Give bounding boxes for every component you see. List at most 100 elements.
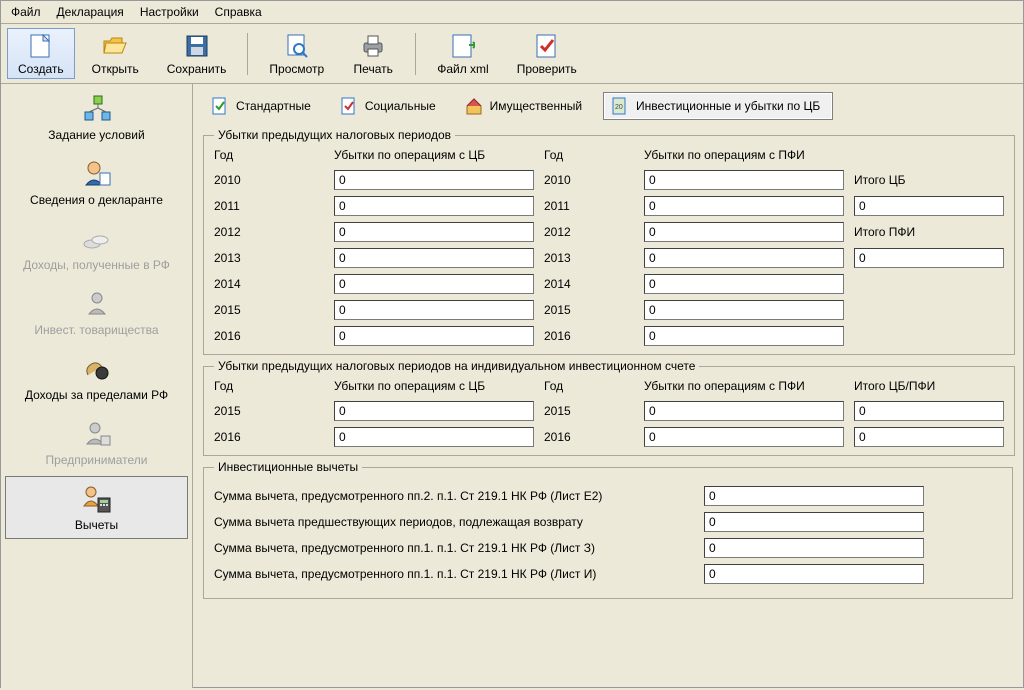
invest-partnerships-icon [81, 288, 113, 320]
toolbar-xml-label: Файл xml [437, 62, 489, 76]
toolbar-open[interactable]: Открыть [81, 28, 150, 79]
print-icon [359, 32, 387, 60]
year-label: 2015 [544, 303, 634, 317]
investment-row-label: Сумма вычета, предусмотренного пп.2. п.1… [214, 489, 694, 503]
col-losses-cb: Убытки по операциям с ЦБ [334, 148, 534, 164]
input-pfi-2013[interactable] [644, 248, 844, 268]
investment-row-input-2[interactable] [704, 538, 924, 558]
col-year-pfi-iis: Год [544, 379, 634, 395]
tab-property[interactable]: Имущественный [457, 92, 595, 120]
social-tab-icon [339, 96, 359, 116]
input-iis-total-2016[interactable] [854, 427, 1004, 447]
input-iis-pfi-2015[interactable] [644, 401, 844, 421]
menu-declaration[interactable]: Декларация [49, 3, 132, 21]
section-investment-deductions-title: Инвестиционные вычеты [214, 460, 362, 474]
total-pfi-value[interactable] [854, 248, 1004, 268]
toolbar-check-label: Проверить [517, 62, 577, 76]
year-label: 2011 [214, 199, 324, 213]
preview-icon [283, 32, 311, 60]
new-document-icon [27, 32, 55, 60]
income-abroad-icon [81, 353, 113, 385]
year-label: 2010 [544, 173, 634, 187]
input-pfi-2015[interactable] [644, 300, 844, 320]
investment-row: Сумма вычета, предусмотренного пп.2. п.1… [214, 486, 1002, 506]
year-label: 2010 [214, 173, 324, 187]
year-label: 2012 [544, 225, 634, 239]
standard-tab-icon [210, 96, 230, 116]
year-label: 2015 [544, 404, 634, 418]
tab-investment-label: Инвестиционные и убытки по ЦБ [636, 99, 820, 113]
toolbar-save-label: Сохранить [167, 62, 227, 76]
toolbar-print[interactable]: Печать [341, 28, 405, 79]
tab-investment[interactable]: 20 Инвестиционные и убытки по ЦБ [603, 92, 833, 120]
investment-row-input-0[interactable] [704, 486, 924, 506]
toolbar-preview-label: Просмотр [269, 62, 324, 76]
investment-row: Сумма вычета предшествующих периодов, по… [214, 512, 1002, 532]
toolbar-preview[interactable]: Просмотр [258, 28, 335, 79]
sidebar-item-income-abroad[interactable]: Доходы за пределами РФ [5, 346, 188, 409]
toolbar-print-label: Печать [354, 62, 393, 76]
input-cb-2010[interactable] [334, 170, 534, 190]
menu-settings[interactable]: Настройки [132, 3, 207, 21]
year-label: 2015 [214, 404, 324, 418]
svg-text:20: 20 [615, 104, 623, 111]
sidebar-income-rf-label: Доходы, полученные в РФ [23, 258, 170, 272]
input-cb-2011[interactable] [334, 196, 534, 216]
section-prev-losses: Убытки предыдущих налоговых периодов Год… [203, 128, 1015, 355]
toolbar-separator [247, 33, 248, 75]
sidebar-item-invest-partnerships[interactable]: Инвест. товарищества [5, 281, 188, 344]
sidebar-item-declarant[interactable]: Сведения о декларанте [5, 151, 188, 214]
sidebar-item-deductions[interactable]: Вычеты [5, 476, 188, 539]
input-pfi-2011[interactable] [644, 196, 844, 216]
total-pfi-label: Итого ПФИ [854, 225, 1004, 239]
col-losses-pfi: Убытки по операциям с ПФИ [644, 148, 844, 164]
tab-standard[interactable]: Стандартные [203, 92, 324, 120]
investment-row-input-3[interactable] [704, 564, 924, 584]
section-prev-losses-title: Убытки предыдущих налоговых периодов [214, 128, 455, 142]
input-cb-2015[interactable] [334, 300, 534, 320]
year-label: 2016 [544, 430, 634, 444]
input-pfi-2010[interactable] [644, 170, 844, 190]
sidebar-invest-partnerships-label: Инвест. товарищества [34, 323, 158, 337]
input-iis-total-2015[interactable] [854, 401, 1004, 421]
toolbar-save[interactable]: Сохранить [156, 28, 238, 79]
toolbar: Создать Открыть Сохранить Просмотр Пе [1, 24, 1023, 84]
toolbar-xml[interactable]: Файл xml [426, 28, 500, 79]
sidebar-item-income-rf[interactable]: Доходы, полученные в РФ [5, 216, 188, 279]
toolbar-create[interactable]: Создать [7, 28, 75, 79]
input-pfi-2014[interactable] [644, 274, 844, 294]
tab-property-label: Имущественный [490, 99, 582, 113]
sidebar-income-abroad-label: Доходы за пределами РФ [25, 388, 168, 402]
year-label: 2011 [544, 199, 634, 213]
menu-help[interactable]: Справка [207, 3, 270, 21]
conditions-icon [81, 93, 113, 125]
tab-social[interactable]: Социальные [332, 92, 449, 120]
col-year-cb: Год [214, 148, 324, 164]
investment-row-input-1[interactable] [704, 512, 924, 532]
input-iis-pfi-2016[interactable] [644, 427, 844, 447]
sidebar-declarant-label: Сведения о декларанте [30, 193, 163, 207]
year-label: 2016 [214, 329, 324, 343]
save-disk-icon [183, 32, 211, 60]
total-cb-value[interactable] [854, 196, 1004, 216]
input-cb-2012[interactable] [334, 222, 534, 242]
year-label: 2016 [544, 329, 634, 343]
menu-file[interactable]: Файл [3, 3, 49, 21]
input-cb-2013[interactable] [334, 248, 534, 268]
year-label: 2016 [214, 430, 324, 444]
sidebar-item-entrepreneurs[interactable]: Предприниматели [5, 411, 188, 474]
input-pfi-2012[interactable] [644, 222, 844, 242]
year-label: 2014 [544, 277, 634, 291]
toolbar-separator-2 [415, 33, 416, 75]
toolbar-check[interactable]: Проверить [506, 28, 588, 79]
input-cb-2016[interactable] [334, 326, 534, 346]
input-pfi-2016[interactable] [644, 326, 844, 346]
year-label: 2015 [214, 303, 324, 317]
check-icon [533, 32, 561, 60]
sidebar-item-conditions[interactable]: Задание условий [5, 86, 188, 149]
input-cb-2014[interactable] [334, 274, 534, 294]
input-iis-cb-2016[interactable] [334, 427, 534, 447]
input-iis-cb-2015[interactable] [334, 401, 534, 421]
income-rf-icon [81, 223, 113, 255]
col-losses-cb-iis: Убытки по операциям с ЦБ [334, 379, 534, 395]
